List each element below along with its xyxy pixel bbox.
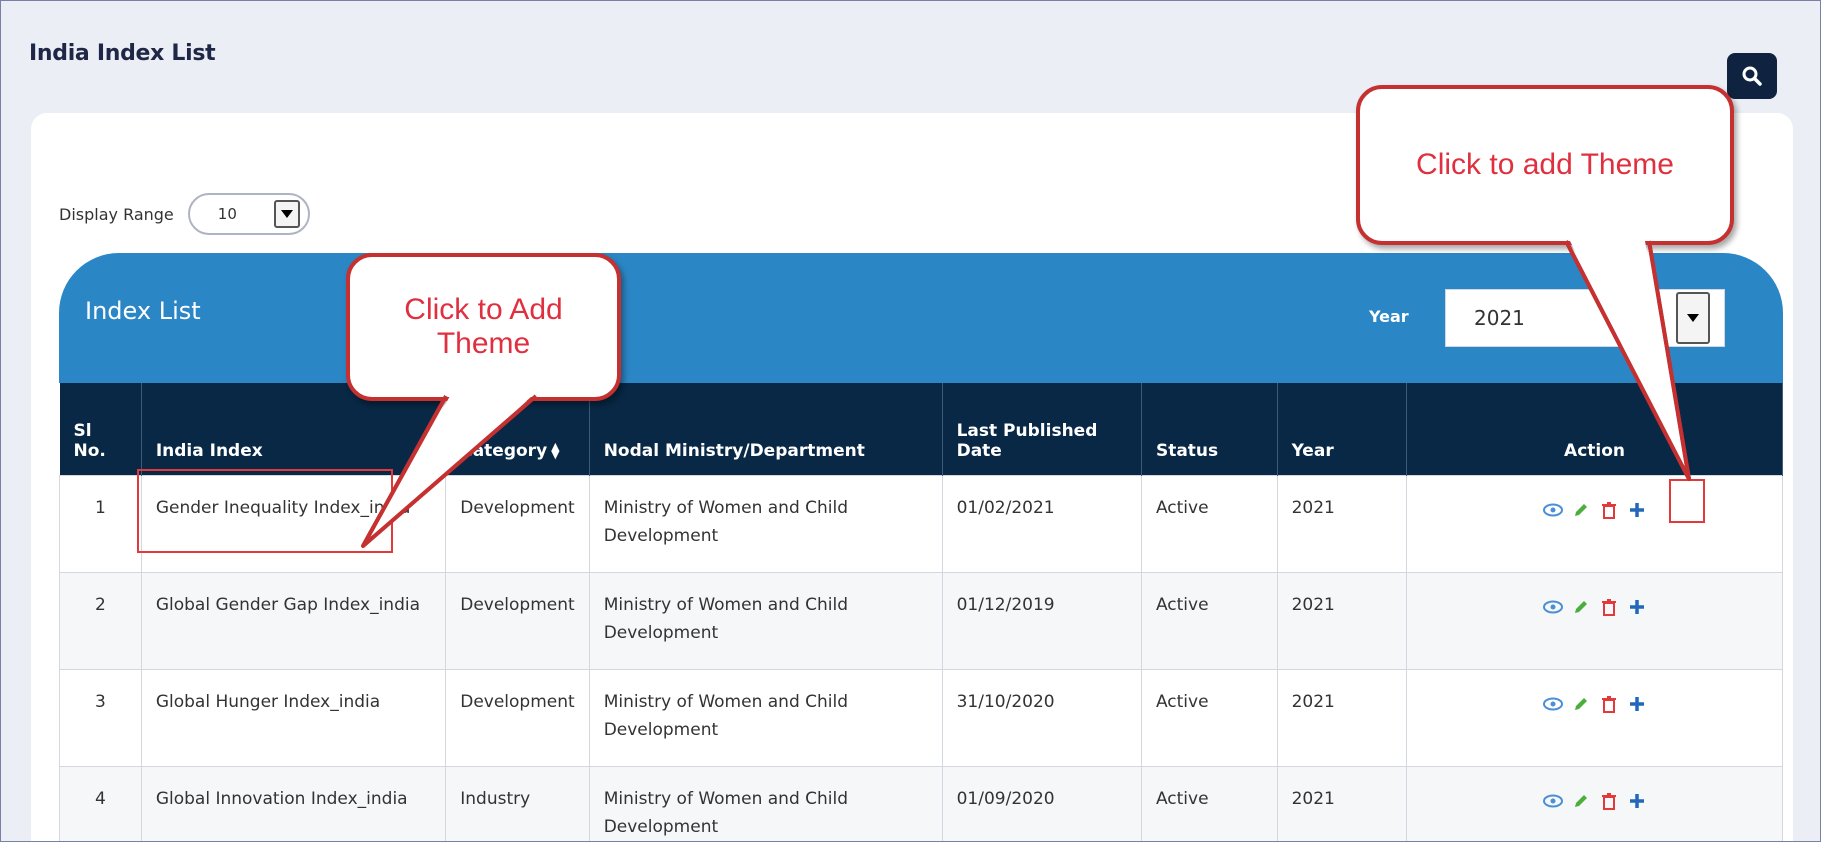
trash-icon[interactable] [1597,498,1621,522]
row-actions [1421,494,1768,522]
table-row: 2 Global Gender Gap Index_india Developm… [59,571,1783,670]
cell-status: Active [1140,474,1278,573]
cell-category: Development [445,474,590,573]
display-range-value: 10 [217,205,237,223]
cell-year: 2021 [1276,668,1408,767]
cell-year: 2021 [1276,571,1408,670]
callout-add-theme-right: Click to add Theme [1356,85,1734,245]
highlight-add-theme-icon [1669,479,1705,523]
header-sl-no: Sl No. [59,383,142,475]
plus-icon[interactable] [1625,692,1649,716]
year-filter-select[interactable]: 2021 [1445,289,1725,347]
cell-index-link[interactable]: Global Hunger Index_india [140,668,447,767]
eye-icon[interactable] [1541,692,1565,716]
cell-sl: 2 [59,571,142,670]
cell-status: Active [1140,765,1278,841]
cell-sl: 3 [59,668,142,767]
app-frame: India Index List Display Range 10 Index … [0,0,1821,842]
cell-category: Development [445,571,590,670]
eye-icon[interactable] [1541,595,1565,619]
cell-status: Active [1140,571,1278,670]
header-action: Action [1406,383,1783,475]
plus-icon[interactable] [1625,789,1649,813]
cell-date: 31/10/2020 [941,668,1142,767]
eye-icon[interactable] [1541,789,1565,813]
trash-icon[interactable] [1597,692,1621,716]
display-range-label: Display Range [59,204,174,224]
table-row: 4 Global Innovation Index_india Industry… [59,765,1783,841]
cell-date: 01/02/2021 [941,474,1142,573]
cell-date: 01/09/2020 [941,765,1142,841]
index-table: Sl No. India Index Category ▲ ▼ Nodal Mini… [59,383,1783,841]
row-actions [1421,688,1768,716]
cell-nodal: Ministry of Women and Child Development [588,668,943,767]
year-filter-label: Year [1369,307,1409,326]
panel-title: Index List [85,297,201,325]
cell-nodal: Ministry of Women and Child Development [588,765,943,841]
table-header-row: Sl No. India Index Category ▲ ▼ Nodal Mini… [59,383,1783,475]
cell-year: 2021 [1276,474,1408,573]
cell-sl: 4 [59,765,142,841]
callout-add-theme-left: Click to Add Theme [346,253,621,401]
sort-icon[interactable]: ▲ ▼ [551,441,559,460]
cell-actions [1406,668,1783,767]
header-status: Status [1141,383,1278,475]
pencil-icon[interactable] [1569,692,1593,716]
highlight-index-link [137,469,393,553]
pencil-icon[interactable] [1569,789,1593,813]
eye-icon[interactable] [1541,498,1565,522]
cell-sl: 1 [59,474,142,573]
cell-index-link[interactable]: Global Innovation Index_india [140,765,447,841]
display-range: Display Range 10 [59,193,310,235]
header-year: Year [1277,383,1408,475]
page-title: India Index List [29,41,216,66]
pencil-icon[interactable] [1569,498,1593,522]
search-button[interactable] [1727,53,1777,99]
cell-category: Industry [445,765,590,841]
row-actions [1421,591,1768,619]
cell-actions [1406,571,1783,670]
cell-actions [1406,474,1783,573]
cell-year: 2021 [1276,765,1408,841]
header-category-label: Category [460,440,548,461]
pencil-icon[interactable] [1569,595,1593,619]
trash-icon[interactable] [1597,789,1621,813]
search-icon [1742,66,1762,86]
table-row: 3 Global Hunger Index_india Development … [59,668,1783,767]
cell-actions [1406,765,1783,841]
chevron-down-icon[interactable] [273,200,300,228]
cell-nodal: Ministry of Women and Child Development [588,474,943,573]
display-range-select[interactable]: 10 [187,193,310,235]
cell-category: Development [445,668,590,767]
chevron-down-icon[interactable] [1676,292,1710,344]
header-last-published: Last Published Date [942,383,1142,475]
row-actions [1421,785,1768,813]
cell-date: 01/12/2019 [941,571,1142,670]
cell-index-link[interactable]: Global Gender Gap Index_india [140,571,447,670]
year-filter-value: 2021 [1474,306,1525,330]
cell-status: Active [1140,668,1278,767]
plus-icon[interactable] [1625,595,1649,619]
header-nodal: Nodal Ministry/Department [589,383,943,475]
plus-icon[interactable] [1625,498,1649,522]
cell-nodal: Ministry of Women and Child Development [588,571,943,670]
trash-icon[interactable] [1597,595,1621,619]
